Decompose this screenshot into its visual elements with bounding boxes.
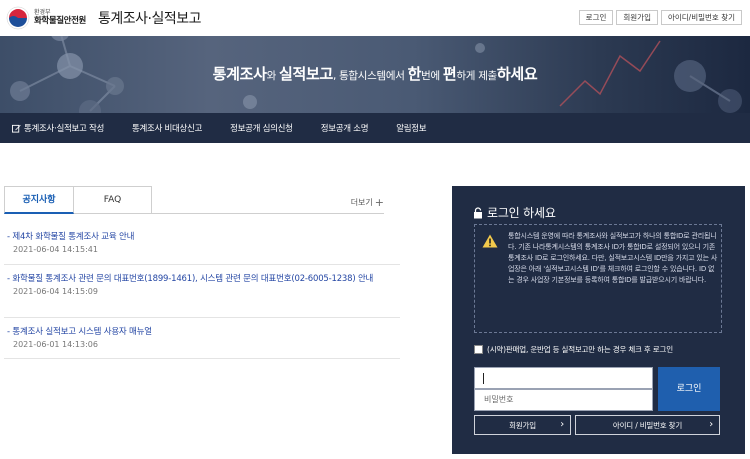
edit-icon [12,124,21,133]
login-panel: 로그인 하세요 통합시스템 운영에 따라 통계조사와 실적보고가 하나의 통합I… [452,186,745,454]
main-banner: 통계조사와 실적보고, 통합시스템에서 한번에 편하게 제출하세요 [0,36,750,113]
login-button[interactable]: 로그인 [658,367,720,411]
notice-divider [4,358,400,359]
notice-title[interactable]: - 통계조사 실적보고 시스템 사용자 매뉴얼 [7,326,395,338]
lock-icon [474,206,482,218]
login-info-box: 통합시스템 운영에 따라 통계조사와 실적보고가 하나의 통합ID로 관리됩니다… [474,224,722,333]
nav-item-disclosure-review[interactable]: 정보공개 심의신청 [230,122,293,134]
notice-item[interactable]: - 제4차 화학물질 통계조사 교육 안내 2021-06-04 14:15:4… [7,231,395,254]
login-title-text: 로그인 하세요 [487,206,556,220]
top-utility-links: 로그인 회원가입 아이디/비밀번호 찾기 [578,10,742,25]
org-name: 화학물질안전원 [34,15,86,26]
banner-text-please: 하세요 [496,65,538,83]
banner-text-system: , 통합시스템에서 [333,70,408,82]
ministry-emblem-icon [6,6,30,30]
signup-button[interactable]: 회원가입 › [474,415,571,435]
notice-title[interactable]: - 제4차 화학물질 통계조사 교육 안내 [7,231,395,243]
text-cursor [483,373,484,384]
login-heading: 로그인 하세요 [473,204,556,221]
nav-item-label: 정보공개 소명 [320,124,369,134]
banner-text-statistics: 통계조사 [212,65,267,83]
banner-text-and: 와 [266,70,279,82]
notice-item[interactable]: - 화학물질 통계조사 관련 문의 대표번호(1899-1461), 시스템 관… [7,273,395,296]
site-header: 환경부 화학물질안전원 통계조사·실적보고 로그인 회원가입 아이디/비밀번호 … [0,0,750,36]
nav-item-disclosure-explanation[interactable]: 정보공개 소명 [321,122,369,134]
report-only-check-row[interactable]: (시약)판매업, 운반업 등 실적보고만 하는 경우 체크 후 로그인 [474,344,673,355]
chevron-right-icon: › [560,419,564,430]
main-nav: 통계조사·실적보고 작성 통계조사 비대상신고 정보공개 심의신청 정보공개 소… [0,113,750,143]
more-label: 더보기 [350,198,373,207]
notice-divider [4,317,400,318]
site-title[interactable]: 통계조사·실적보고 [98,8,202,28]
nav-item-write-report[interactable]: 통계조사·실적보고 작성 [12,122,104,134]
nav-item-notifications[interactable]: 알림정보 [396,122,426,134]
warning-icon [482,234,498,248]
notice-title[interactable]: - 화학물질 통계조사 관련 문의 대표번호(1899-1461), 시스템 관… [7,273,395,285]
password-input[interactable]: 비밀번호 [474,389,653,411]
notice-date: 2021-06-04 14:15:09 [13,287,98,296]
nav-item-non-target-report[interactable]: 통계조사 비대상신고 [132,122,202,134]
notice-date: 2021-06-04 14:15:41 [13,245,98,254]
banner-text-one: 한 [407,65,422,83]
board-tabs: 공지사항 FAQ 더보기 + [4,186,384,214]
report-only-checkbox[interactable] [474,345,483,354]
banner-text-time: 번에 [421,70,443,82]
nav-item-label: 통계조사 비대상신고 [132,124,203,134]
notice-date: 2021-06-01 14:13:06 [13,340,98,349]
nav-item-label: 통계조사·실적보고 작성 [24,124,105,134]
signup-button-label: 회원가입 [509,420,536,430]
login-info-text: 통합시스템 운영에 따라 통계조사와 실적보고가 하나의 통합ID로 관리됩니다… [508,232,718,284]
id-input[interactable] [474,367,653,389]
report-only-check-label: (시약)판매업, 운반업 등 실적보고만 하는 경우 체크 후 로그인 [487,345,673,354]
top-signup-link[interactable]: 회원가입 [616,10,658,25]
top-find-account-link[interactable]: 아이디/비밀번호 찾기 [660,10,742,25]
nav-item-label: 정보공개 심의신청 [230,124,293,134]
more-link[interactable]: 더보기 + [351,196,384,209]
nav-item-label: 알림정보 [396,124,427,134]
banner-text-easy: 편 [442,65,457,83]
banner-text-report: 실적보고 [278,65,333,83]
notice-divider [4,264,400,265]
notice-item[interactable]: - 통계조사 실적보고 시스템 사용자 매뉴얼 2021-06-01 14:13… [7,326,395,349]
tab-faq[interactable]: FAQ [74,186,152,214]
chevron-right-icon: › [709,419,713,430]
plus-icon: + [374,196,384,209]
banner-tagline: 통계조사와 실적보고, 통합시스템에서 한번에 편하게 제출하세요 [0,63,750,84]
find-account-button[interactable]: 아이디 / 비밀번호 찾기 › [575,415,720,435]
site-logo[interactable]: 환경부 화학물질안전원 [6,6,86,30]
find-account-button-label: 아이디 / 비밀번호 찾기 [612,420,683,430]
tab-notices[interactable]: 공지사항 [4,186,74,214]
top-login-link[interactable]: 로그인 [578,10,614,25]
banner-text-submit: 하게 제출 [456,70,497,82]
